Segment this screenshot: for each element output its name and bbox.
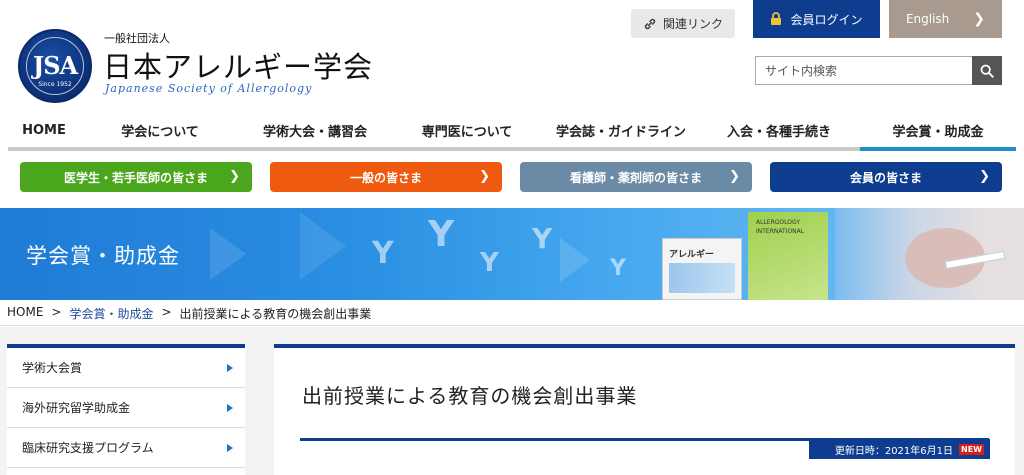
audience-members-label: 会員の皆さま [849,170,922,185]
english-button[interactable]: English ❯ [889,0,1002,38]
related-links-button[interactable]: 関連リンク [631,9,735,38]
jsa-logo-emblem[interactable]: JSA Since 1952 [18,29,92,103]
english-label: English [905,12,950,26]
antibody-graphic: Y [428,214,455,255]
audience-public-label: 一般の皆さま [349,170,422,185]
triangle-right-icon [227,404,233,412]
audience-nurses-label: 看護師・薬剤師の皆さま [569,170,702,185]
nav-meetings[interactable]: 学術大会・講習会 [240,113,390,151]
antibody-graphic: Y [480,248,499,278]
sidebar-item-meeting-award[interactable]: 学術大会賞 [7,348,245,388]
chevron-right-icon: ❯ [973,11,986,27]
nav-home-label: HOME [22,122,66,138]
journal-cover-allergology-international: ALLERGOLOGY INTERNATIONAL [748,212,828,300]
breadcrumb: HOME > 学会賞・助成金 > 出前授業による教育の機会創出事業 [7,305,371,322]
sidebar-item-label: 海外研究留学助成金 [22,401,131,415]
breadcrumb-separator: > [51,305,62,319]
search-icon [980,64,994,78]
member-login-button[interactable]: 会員ログイン [753,0,880,38]
main-nav: HOME 学会について 学術大会・講習会 専門医について 学会誌・ガイドライン … [8,113,1016,151]
site-search-input[interactable] [755,56,973,85]
banner-title: 学会賞・助成金 [26,244,180,268]
link-icon [644,18,656,29]
sidebar-item-label: 臨床研究支援プログラム [22,441,154,455]
antibody-graphic: Y [372,236,394,271]
sidebar-item-overseas-grant[interactable]: 海外研究留学助成金 [7,388,245,428]
chevron-right-icon: ❯ [729,169,740,184]
triangle-right-icon [227,364,233,372]
logo-name-en[interactable]: Japanese Society of Allergology [105,82,312,95]
breadcrumb-home[interactable]: HOME [7,305,43,322]
updated-date: 更新日時：2021年6月1日 [834,445,954,457]
nav-specialists-label: 専門医について [421,124,513,140]
lock-icon [771,12,782,25]
journal-cover-art [669,263,735,293]
nav-about[interactable]: 学会について [80,113,240,151]
nav-home[interactable]: HOME [8,113,80,151]
nav-membership[interactable]: 入会・各種手続き [698,113,860,151]
nav-awards-grants[interactable]: 学会賞・助成金 [860,113,1016,151]
antibody-graphic: Y [610,256,626,281]
journal-ja-title: アレルギー [669,250,715,260]
sidebar-item-clinical-research[interactable]: 臨床研究支援プログラム [7,428,245,468]
audience-nurses-button[interactable]: 看護師・薬剤師の皆さま ❯ [520,162,752,192]
breadcrumb-current: 出前授業による教育の機会創出事業 [179,307,372,321]
nav-awards-label: 学会賞・助成金 [892,124,984,140]
banner-decoration [210,228,246,280]
nav-journals-label: 学会誌・ガイドライン [555,124,686,140]
triangle-right-icon [227,444,233,452]
nav-about-label: 学会について [121,124,199,140]
journal-cover-allergy: アレルギー [662,238,742,300]
sidebar: 学術大会賞 海外研究留学助成金 臨床研究支援プログラム [7,344,245,475]
audience-students-label: 医学生・若手医師の皆さま [63,170,208,185]
banner-decoration [300,212,346,280]
logo-name-ja[interactable]: 日本アレルギー学会 [103,44,373,86]
updated-date-tag: 更新日時：2021年6月1日 NEW [809,439,990,459]
banner-decoration [560,238,590,282]
antibody-graphic: Y [532,222,553,255]
search-button[interactable] [972,56,1002,85]
breadcrumb-section[interactable]: 学会賞・助成金 [69,305,153,322]
nav-meetings-label: 学術大会・講習会 [262,124,367,140]
banner-photo [835,208,1024,300]
journal-en-title: ALLERGOLOGY INTERNATIONAL [756,219,805,235]
audience-members-button[interactable]: 会員の皆さま ❯ [770,162,1002,192]
page-title: 出前授業による教育の機会創出事業 [302,384,638,408]
nav-membership-label: 入会・各種手続き [726,124,831,140]
sidebar-item-label: 学術大会賞 [22,361,83,375]
member-login-label: 会員ログイン [790,12,863,27]
nav-journals-guidelines[interactable]: 学会誌・ガイドライン [544,113,698,151]
new-badge: NEW [959,443,984,455]
logo-since-text: Since 1952 [38,81,72,88]
related-links-label: 関連リンク [662,17,723,31]
chevron-right-icon: ❯ [479,169,490,184]
logo-emblem-text: JSA [32,51,78,80]
chevron-right-icon: ❯ [979,169,990,184]
audience-students-button[interactable]: 医学生・若手医師の皆さま ❯ [20,162,252,192]
nav-specialists[interactable]: 専門医について [390,113,544,151]
page: JSA Since 1952 一般社団法人 日本アレルギー学会 Japanese… [0,0,1024,475]
chevron-right-icon: ❯ [229,169,240,184]
audience-public-button[interactable]: 一般の皆さま ❯ [270,162,502,192]
breadcrumb-separator: > [161,305,172,319]
